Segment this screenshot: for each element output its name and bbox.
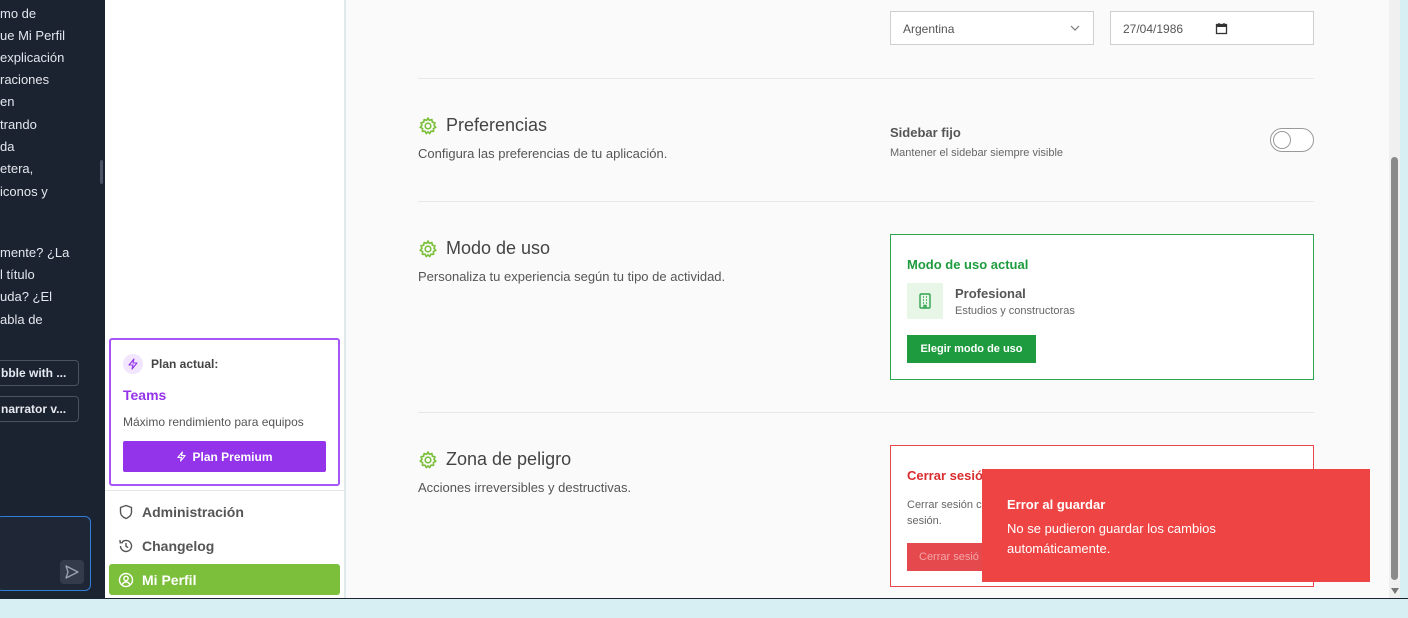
desktop-background: [0, 599, 1408, 618]
building-icon: [907, 283, 943, 319]
section-description: Configura las preferencias de tu aplicac…: [418, 146, 668, 161]
sidebar-item-changelog[interactable]: Changelog: [109, 530, 340, 561]
plan-premium-button[interactable]: Plan Premium: [123, 441, 326, 472]
section-title-text: Zona de peligro: [446, 449, 572, 469]
sidebar-item-label: Administración: [142, 503, 244, 520]
gear-icon: [419, 450, 437, 468]
shield-icon: [119, 504, 133, 519]
birthdate-value: 27/04/1986: [1123, 22, 1184, 36]
section-description: Personaliza tu experiencia según tu tipo…: [418, 269, 726, 284]
chat-input[interactable]: [0, 516, 91, 591]
chat-suggestion-chip[interactable]: narrator v...: [0, 396, 79, 422]
plan-premium-label: Plan Premium: [192, 449, 273, 464]
plan-label: Plan actual:: [151, 357, 219, 371]
plan-description: Máximo rendimiento para equipos: [123, 415, 304, 429]
section-title-modo-de-uso: Modo de uso: [418, 238, 550, 259]
chat-suggestion-chip[interactable]: bble with ...: [0, 360, 79, 386]
chat-text-line: iconos y: [0, 184, 48, 199]
section-divider: [418, 201, 1314, 202]
sidebar-item-label: Changelog: [142, 537, 215, 554]
calendar-icon[interactable]: [1215, 22, 1228, 35]
user-circle-icon: [118, 572, 134, 587]
chat-text-line: l título: [0, 267, 35, 282]
sidebar-divider: [105, 490, 344, 491]
section-title-text: Preferencias: [446, 115, 548, 135]
plan-card: Plan actual: Teams Máximo rendimiento pa…: [109, 338, 340, 486]
scrollbar-thumb[interactable]: [1391, 157, 1398, 580]
chat-text-line: mo de: [0, 6, 37, 21]
section-divider: [418, 412, 1314, 413]
error-toast: Error al guardar No se pudieron guardar …: [982, 469, 1370, 582]
chat-text-line: en: [0, 94, 15, 109]
chat-text-line: abla de: [0, 312, 43, 327]
plan-header: Plan actual:: [123, 354, 218, 374]
page-scrollbar[interactable]: [1389, 0, 1400, 600]
chat-text-line: raciones: [0, 72, 50, 87]
country-value: Argentina: [903, 22, 955, 36]
sidebar-fixed-description: Mantener el sidebar siempre visible: [890, 147, 1064, 159]
chat-text-line: ue Mi Perfil: [0, 28, 66, 43]
chat-text-line: da: [0, 139, 15, 154]
chat-text-line: etera,: [0, 161, 34, 176]
usage-mode-card: Modo de uso actual Profesional Estudios …: [890, 234, 1314, 380]
chevron-down-icon: [1070, 25, 1080, 31]
usage-mode-name: Profesional: [955, 286, 1026, 301]
usage-mode-card-title: Modo de uso actual: [907, 257, 1029, 272]
sidebar-item-mi-perfil[interactable]: Mi Perfil: [109, 564, 340, 595]
country-select[interactable]: Argentina: [890, 11, 1094, 45]
gear-icon: [419, 116, 437, 134]
history-icon: [119, 539, 133, 552]
section-title-preferencias: Preferencias: [418, 115, 547, 136]
gear-icon: [419, 239, 437, 257]
section-title-zona-de-peligro: Zona de peligro: [418, 449, 571, 470]
chat-pane: mo de ue Mi Perfil explicación raciones …: [0, 0, 105, 600]
toast-title: Error al guardar: [1007, 497, 1106, 512]
sidebar-fixed-label: Sidebar fijo: [890, 125, 961, 140]
birthdate-input[interactable]: 27/04/1986: [1110, 11, 1314, 45]
bolt-icon: [177, 451, 187, 462]
chat-text-line: mente? ¿La: [0, 245, 70, 260]
send-button[interactable]: [60, 560, 84, 584]
section-description: Acciones irreversibles y destructivas.: [418, 480, 632, 495]
chat-text-line: trando: [0, 117, 37, 132]
section-title-text: Modo de uso: [446, 238, 551, 258]
usage-mode-subtitle: Estudios y constructoras: [955, 305, 1075, 317]
toggle-knob: [1273, 131, 1291, 149]
app-sidebar: Plan actual: Teams Máximo rendimiento pa…: [105, 0, 345, 598]
chat-scrollbar[interactable]: [100, 160, 103, 184]
chat-text-line: explicación: [0, 50, 65, 65]
scroll-down-arrow-icon[interactable]: [1391, 588, 1399, 595]
plan-name: Teams: [123, 387, 167, 403]
send-icon: [65, 565, 79, 579]
section-divider: [418, 78, 1314, 79]
logout-card-title: Cerrar sesió: [907, 468, 983, 483]
sidebar-fixed-toggle[interactable]: [1270, 128, 1314, 152]
bolt-icon: [123, 354, 143, 374]
toast-message: No se pudieron guardar los cambios autom…: [1007, 521, 1216, 556]
sidebar-item-administracion[interactable]: Administración: [109, 496, 340, 527]
sidebar-item-label: Mi Perfil: [142, 571, 197, 588]
chat-text-line: uda? ¿El: [0, 289, 53, 304]
choose-usage-mode-button[interactable]: Elegir modo de uso: [907, 335, 1036, 363]
